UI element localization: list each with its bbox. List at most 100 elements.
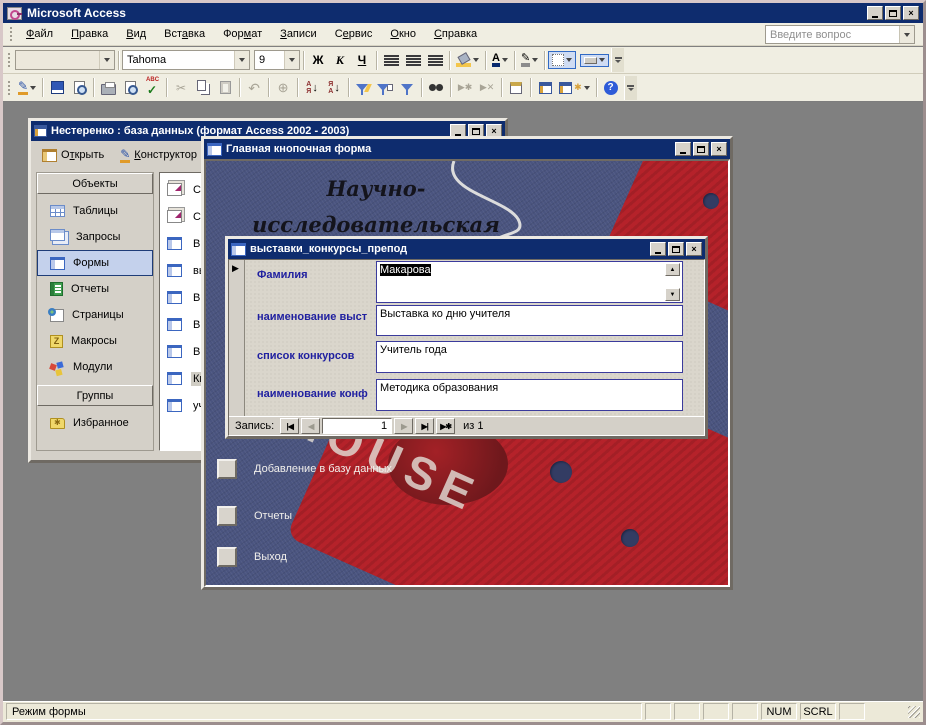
fill-color-button[interactable] bbox=[453, 49, 482, 71]
sb-maximize-button[interactable] bbox=[693, 142, 709, 156]
menu-help[interactable]: Справка bbox=[425, 25, 486, 43]
reports-button[interactable] bbox=[217, 506, 237, 526]
align-center-button[interactable] bbox=[402, 49, 424, 71]
sidebar-item-favorites[interactable]: Избранное bbox=[37, 410, 153, 436]
align-right-button[interactable] bbox=[424, 49, 446, 71]
spelling-button[interactable]: ✓ bbox=[141, 77, 163, 99]
groups-header[interactable]: Группы bbox=[37, 385, 153, 406]
sidebar-item-forms[interactable]: Формы bbox=[37, 250, 153, 276]
first-record-button[interactable]: |◀ bbox=[280, 418, 300, 434]
save-button[interactable] bbox=[46, 77, 68, 99]
object-selector-dropdown[interactable] bbox=[99, 51, 114, 69]
microsoft-access-window: Microsoft Access × Файл Правка Вид Встав… bbox=[0, 0, 926, 725]
menu-edit[interactable]: Правка bbox=[62, 25, 117, 43]
font-color-button[interactable]: А bbox=[489, 49, 511, 71]
objects-header[interactable]: Объекты bbox=[37, 173, 153, 194]
contests-field[interactable]: Учитель года bbox=[376, 341, 683, 373]
line-color-button[interactable]: ✎ bbox=[518, 49, 541, 71]
line-border-button[interactable] bbox=[548, 51, 577, 69]
next-record-button[interactable]: ▶ bbox=[394, 418, 414, 434]
print-button[interactable] bbox=[97, 77, 119, 99]
menu-format[interactable]: Формат bbox=[214, 25, 271, 43]
sidebar-item-reports[interactable]: Отчеты bbox=[37, 276, 153, 302]
sb-minimize-button[interactable] bbox=[675, 142, 691, 156]
exit-button[interactable] bbox=[217, 547, 237, 567]
resize-grip[interactable] bbox=[908, 705, 920, 718]
find-button[interactable] bbox=[425, 77, 447, 99]
copy-button[interactable] bbox=[192, 77, 214, 99]
rf-close-button[interactable]: × bbox=[686, 242, 702, 256]
last-record-button[interactable]: ▶| bbox=[415, 418, 435, 434]
sb-close-button[interactable]: × bbox=[711, 142, 727, 156]
font-name-dropdown[interactable] bbox=[234, 51, 249, 69]
properties-button[interactable] bbox=[505, 77, 527, 99]
toolbar-options-button[interactable] bbox=[623, 75, 637, 100]
menubar-grip[interactable] bbox=[9, 26, 13, 42]
sidebar-item-macros[interactable]: Z Макросы bbox=[37, 328, 153, 354]
underline-button[interactable]: Ч bbox=[351, 49, 373, 71]
record-selector-bar[interactable]: ▶ bbox=[229, 260, 245, 416]
menu-tools[interactable]: Сервис bbox=[326, 25, 382, 43]
rf-maximize-button[interactable] bbox=[668, 242, 684, 256]
open-object-button[interactable]: Открыть bbox=[39, 147, 107, 164]
new-record-nav-button[interactable]: ▶✱ bbox=[436, 418, 456, 434]
menu-records[interactable]: Записи bbox=[271, 25, 326, 43]
ask-question-dropdown[interactable] bbox=[899, 26, 914, 43]
sidebar-item-tables[interactable]: Таблицы bbox=[37, 198, 153, 224]
switchboard-titlebar[interactable]: Главная кнопочная форма × bbox=[204, 139, 730, 159]
special-effect-button[interactable] bbox=[580, 53, 610, 67]
menu-view[interactable]: Вид bbox=[117, 25, 155, 43]
sort-ascending-button[interactable]: А Я ↓ bbox=[301, 77, 323, 99]
font-name-combo[interactable]: Tahoma bbox=[122, 50, 250, 70]
view-design-button[interactable]: ✎ bbox=[15, 77, 39, 99]
sidebar-item-modules[interactable]: Модули bbox=[37, 354, 153, 380]
chevron-down-icon bbox=[583, 85, 590, 90]
align-left-button[interactable] bbox=[380, 49, 402, 71]
record-form-titlebar[interactable]: выставки_конкурсы_препод × bbox=[228, 239, 705, 259]
scroll-down-button[interactable]: ▼ bbox=[665, 288, 680, 301]
rf-minimize-button[interactable] bbox=[650, 242, 666, 256]
font-size-dropdown[interactable] bbox=[284, 51, 299, 69]
maximize-button[interactable] bbox=[885, 6, 901, 20]
formatting-toolbar-grip[interactable] bbox=[7, 52, 11, 68]
font-size-combo[interactable]: 9 bbox=[254, 50, 300, 70]
previous-record-button[interactable]: ◀ bbox=[301, 418, 321, 434]
new-object-button[interactable]: ✱ bbox=[556, 77, 593, 99]
minimize-button[interactable] bbox=[867, 6, 883, 20]
menu-window[interactable]: Окно bbox=[381, 25, 425, 43]
sidebar-item-queries[interactable]: Запросы bbox=[37, 224, 153, 250]
insert-hyperlink-button[interactable]: ⊕ bbox=[272, 77, 294, 99]
menu-file[interactable]: Файл bbox=[17, 25, 62, 43]
add-to-database-button[interactable] bbox=[217, 459, 237, 479]
close-button[interactable]: × bbox=[903, 6, 919, 20]
record-number-input[interactable]: 1 bbox=[322, 418, 393, 434]
toolbar-options-button[interactable] bbox=[611, 48, 625, 72]
apply-filter-button[interactable] bbox=[396, 77, 418, 99]
filter-by-selection-button[interactable] bbox=[352, 77, 374, 99]
new-record-button[interactable]: ▶✱ bbox=[454, 77, 476, 99]
delete-record-button[interactable]: ▶✕ bbox=[476, 77, 498, 99]
design-label: Конструктор bbox=[134, 149, 198, 161]
filter-by-form-button[interactable] bbox=[374, 77, 396, 99]
italic-button[interactable]: К bbox=[329, 49, 351, 71]
cut-button[interactable]: ✂ bbox=[170, 77, 192, 99]
surname-field[interactable]: Макарова ▲ ▼ bbox=[376, 261, 683, 303]
ask-question-box[interactable]: Введите вопрос bbox=[765, 25, 915, 44]
conference-field[interactable]: Методика образования bbox=[376, 379, 683, 411]
undo-button[interactable]: ↶ bbox=[243, 77, 265, 99]
bold-button[interactable]: Ж bbox=[307, 49, 329, 71]
exhibition-field[interactable]: Выставка ко дню учителя bbox=[376, 305, 683, 336]
menu-insert[interactable]: Вставка bbox=[155, 25, 214, 43]
object-selector-combo[interactable] bbox=[15, 50, 115, 70]
sidebar-item-pages[interactable]: Страницы bbox=[37, 302, 153, 328]
sort-descending-button[interactable]: Я А ↓ bbox=[323, 77, 345, 99]
file-search-button[interactable] bbox=[68, 77, 90, 99]
database-window-button[interactable] bbox=[534, 77, 556, 99]
font-color-icon: А bbox=[492, 53, 500, 67]
standard-toolbar-grip[interactable] bbox=[7, 79, 11, 96]
scroll-up-button[interactable]: ▲ bbox=[665, 263, 680, 276]
paste-button[interactable] bbox=[214, 77, 236, 99]
design-object-button[interactable]: ✎ Конструктор bbox=[117, 146, 200, 165]
help-button[interactable]: ? bbox=[600, 77, 622, 99]
print-preview-button[interactable] bbox=[119, 77, 141, 99]
